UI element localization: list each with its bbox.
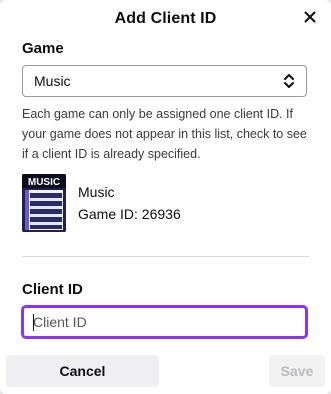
chevron-up-down-icon [282, 72, 296, 90]
text-caret [33, 314, 34, 331]
game-label: Game [22, 40, 64, 57]
game-name: Music [78, 184, 115, 200]
save-button[interactable]: Save [269, 355, 325, 387]
game-id: Game ID: 26936 [78, 206, 181, 222]
client-id-input[interactable] [24, 308, 305, 336]
game-box-art: MUSIC [22, 174, 66, 232]
cancel-button[interactable]: Cancel [6, 355, 159, 387]
close-icon [304, 10, 316, 28]
game-select[interactable]: Music [22, 65, 307, 97]
game-help-text: Each game can only be assigned one clien… [22, 107, 307, 161]
close-button[interactable] [299, 8, 321, 30]
game-select-value: Music [34, 73, 71, 89]
client-id-label: Client ID [22, 281, 83, 298]
game-art-label: MUSIC [28, 177, 60, 188]
client-id-input-wrapper [21, 305, 308, 339]
dialog-title: Add Client ID [114, 10, 217, 27]
add-client-id-dialog: Add Client ID Game Music Each game can o… [0, 0, 331, 394]
divider [22, 256, 309, 257]
